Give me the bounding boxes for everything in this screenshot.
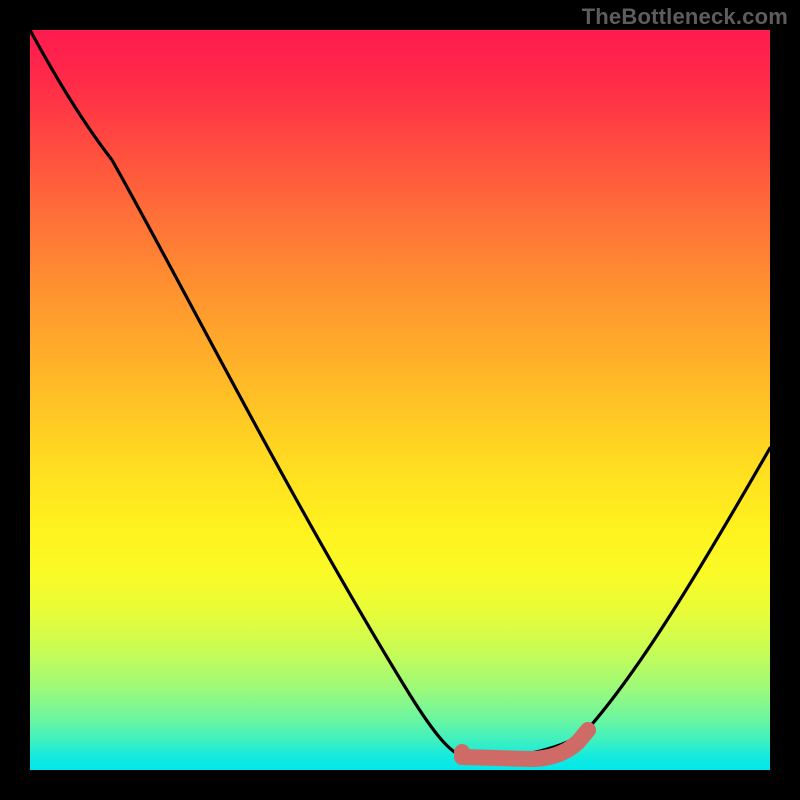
chart-container: TheBottleneck.com [0,0,800,800]
watermark-text: TheBottleneck.com [582,4,788,30]
plot-area [30,30,770,770]
chart-overlay [30,30,770,770]
highlight-segment [462,730,588,759]
curve-line [30,30,770,759]
